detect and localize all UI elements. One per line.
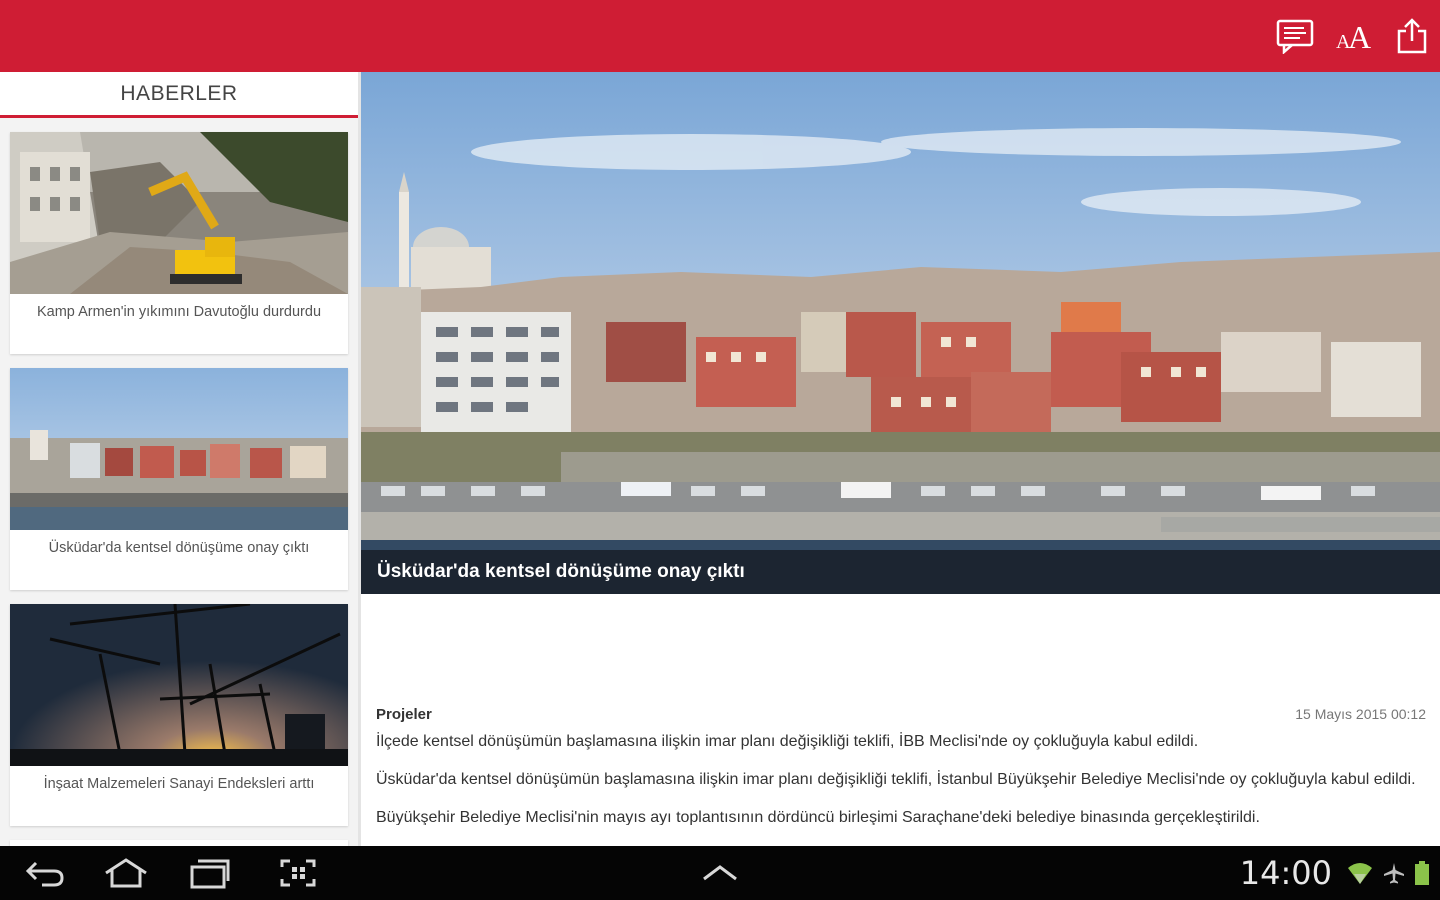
text-size-icon: A A bbox=[1336, 19, 1371, 54]
sidebar-header: HABERLER bbox=[0, 72, 358, 118]
share-icon bbox=[1397, 18, 1427, 54]
demolition-excavator-image bbox=[10, 132, 348, 294]
app-top-bar: A A bbox=[0, 0, 1440, 72]
article-meta: Projeler 15 Mayıs 2015 00:12 bbox=[376, 706, 1426, 723]
news-card-1[interactable]: Kamp Armen'in yıkımını Davutoğlu durdurd… bbox=[10, 132, 348, 354]
uskudar-coast-image bbox=[10, 368, 348, 530]
recent-apps-button[interactable] bbox=[180, 854, 240, 892]
news-card-3[interactable]: İnşaat Malzemeleri Sanayi Endeksleri art… bbox=[10, 604, 348, 826]
system-clock: 14:00 bbox=[1239, 854, 1332, 892]
svg-text:A: A bbox=[1348, 19, 1371, 54]
comments-button[interactable] bbox=[1276, 16, 1316, 56]
hero-caption: Üsküdar'da kentsel dönüşüme onay çıktı bbox=[377, 561, 745, 582]
article-hero-image: Üsküdar'da kentsel dönüşüme onay çıktı bbox=[361, 72, 1440, 594]
article-paragraph-2: Büyükşehir Belediye Meclisi'nin mayıs ay… bbox=[376, 809, 1260, 825]
screenshot-button[interactable] bbox=[268, 854, 328, 892]
news-sidebar: HABERLER Kamp Armen'in yıkımını Davutoğl… bbox=[0, 72, 358, 846]
airplane-icon bbox=[1384, 863, 1404, 884]
toolbar-actions: A A bbox=[1276, 14, 1432, 58]
home-icon bbox=[105, 858, 147, 888]
article-category[interactable]: Projeler bbox=[376, 706, 432, 723]
back-icon bbox=[25, 861, 64, 887]
hero-caption-bar: Üsküdar'da kentsel dönüşüme onay çıktı bbox=[361, 550, 1440, 594]
article-body: Projeler 15 Mayıs 2015 00:12 İlçede kent… bbox=[376, 706, 1426, 825]
status-icons bbox=[1346, 860, 1430, 886]
sidebar-title: HABERLER bbox=[120, 81, 238, 105]
wifi-icon bbox=[1348, 863, 1372, 884]
up-arrow-icon bbox=[703, 865, 737, 881]
text-size-button[interactable]: A A bbox=[1334, 16, 1374, 56]
share-button[interactable] bbox=[1392, 16, 1432, 56]
screenshot-icon bbox=[280, 859, 316, 887]
show-more-button[interactable] bbox=[690, 854, 750, 892]
comments-icon bbox=[1276, 19, 1314, 54]
article-date: 15 Mayıs 2015 00:12 bbox=[1295, 706, 1426, 722]
system-nav-bar: 14:00 bbox=[0, 846, 1440, 900]
news-card-2[interactable]: Üsküdar'da kentsel dönüşüme onay çıktı bbox=[10, 368, 348, 590]
back-button[interactable] bbox=[14, 854, 74, 892]
news-card-2-caption: Üsküdar'da kentsel dönüşüme onay çıktı bbox=[48, 540, 310, 556]
news-card-3-caption: İnşaat Malzemeleri Sanayi Endeksleri art… bbox=[43, 776, 315, 792]
article-lead: İlçede kentsel dönüşümün başlamasına ili… bbox=[376, 733, 1199, 750]
news-card-1-caption: Kamp Armen'in yıkımını Davutoğlu durdurd… bbox=[36, 304, 322, 320]
battery-icon bbox=[1415, 861, 1429, 885]
recent-apps-icon bbox=[190, 859, 230, 889]
article-paragraph-1: Üsküdar'da kentsel dönüşümün başlamasına… bbox=[376, 771, 1416, 788]
home-button[interactable] bbox=[96, 854, 156, 892]
construction-cranes-sunset-image bbox=[10, 604, 348, 766]
